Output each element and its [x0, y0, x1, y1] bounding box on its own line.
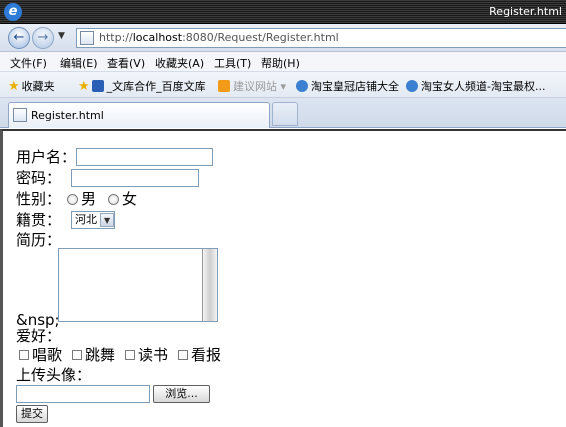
gender-male-label: 男 [81, 190, 97, 208]
menu-file[interactable]: 文件(F) [10, 55, 47, 71]
hobby-read-label: 读书 [138, 346, 169, 364]
chevron-down-icon: ▼ [100, 213, 115, 227]
menu-view[interactable]: 查看(V) [107, 55, 145, 71]
favorites-label: 收藏夹 [21, 80, 55, 93]
hobby-newspaper-checkbox[interactable] [178, 350, 189, 360]
resume-textarea[interactable] [58, 248, 218, 322]
hobby-dance-checkbox[interactable] [72, 350, 83, 360]
hobby-newspaper-label: 看报 [191, 346, 222, 364]
username-input[interactable] [76, 148, 214, 166]
forward-button[interactable]: → [32, 27, 54, 49]
hometown-selected-value: 河北 [75, 213, 98, 226]
favorites-item-baidu-wenku[interactable]: ★ _文库合作_百度文库 [78, 78, 206, 94]
tab-bar: Register.html [0, 98, 566, 128]
page-icon [13, 108, 27, 122]
back-arrow-icon: ← [13, 30, 25, 45]
menu-bar: 文件(F) 编辑(E) 查看(V) 收藏夹(A) 工具(T) 帮助(H) [0, 52, 566, 72]
hobby-sing-checkbox[interactable] [19, 350, 29, 360]
menu-tools[interactable]: 工具(T) [214, 55, 251, 71]
url-text: http://localhost:8080/Request/Register.h… [99, 31, 339, 44]
browse-button[interactable]: 浏览... [153, 385, 210, 403]
ie-page-icon [296, 80, 308, 92]
resume-label: 简历： [16, 231, 62, 249]
baidu-paw-icon [91, 80, 104, 92]
menu-help[interactable]: 帮助(H) [261, 55, 300, 71]
tab-register[interactable]: Register.html [8, 102, 270, 128]
favorites-item-taobao-crown[interactable]: 淘宝皇冠店铺大全 [296, 78, 399, 94]
password-label: 密码： [16, 169, 62, 187]
hobbies-label: 爱好： [16, 327, 62, 345]
hometown-select[interactable]: 河北 ▼ [71, 211, 116, 229]
favorites-item-suggested-sites[interactable]: 建议网站 ▾ [218, 78, 286, 94]
avatar-file-input[interactable] [16, 385, 150, 403]
hobby-sing-label: 唱歌 [32, 346, 63, 364]
tab-label: Register.html [31, 109, 104, 122]
star-icon: ★ [8, 78, 20, 94]
textarea-scrollbar[interactable] [202, 249, 217, 321]
suggested-sites-icon [218, 80, 230, 92]
page-content: 用户名： 密码： 性别： 男 女 籍贯： 河北 ▼ 简历： &nsp; 爱好： … [0, 129, 566, 427]
title-bar: e Register.html [0, 0, 566, 24]
add-favorite-star-icon: ★ [78, 78, 90, 94]
gender-label: 性别： [16, 190, 62, 208]
navigation-bar: ← → ▼ http://localhost:8080/Request/Regi… [0, 24, 566, 52]
username-label: 用户名： [16, 148, 77, 166]
page-icon [80, 31, 94, 45]
ie-page-icon [406, 80, 418, 92]
favorites-item-taobao-women[interactable]: 淘宝女人频道-淘宝最权... [406, 78, 545, 94]
history-dropdown-icon[interactable]: ▼ [58, 31, 65, 41]
hobby-dance-label: 跳舞 [85, 346, 116, 364]
new-tab-button[interactable] [272, 102, 298, 126]
hobby-read-checkbox[interactable] [125, 350, 136, 360]
favorites-bar: ★ 收藏夹 ★ _文库合作_百度文库 建议网站 ▾ 淘宝皇冠店铺大全 淘宝女人频… [0, 72, 566, 98]
address-bar[interactable]: http://localhost:8080/Request/Register.h… [76, 28, 566, 48]
gender-male-radio[interactable] [67, 193, 79, 205]
forward-arrow-icon: → [37, 30, 49, 45]
favorites-button[interactable]: ★ 收藏夹 [8, 78, 55, 94]
submit-button[interactable]: 提交 [16, 405, 48, 423]
menu-favorites[interactable]: 收藏夹(A) [155, 55, 204, 71]
window-title: Register.html [489, 5, 562, 18]
gender-female-label: 女 [122, 190, 138, 208]
password-input[interactable] [71, 169, 200, 187]
avatar-label: 上传头像： [16, 366, 92, 384]
menu-edit[interactable]: 编辑(E) [60, 55, 98, 71]
back-button[interactable]: ← [8, 27, 30, 49]
gender-female-radio[interactable] [108, 193, 120, 205]
hometown-label: 籍贯： [16, 211, 62, 229]
ie-logo-icon: e [4, 3, 22, 21]
